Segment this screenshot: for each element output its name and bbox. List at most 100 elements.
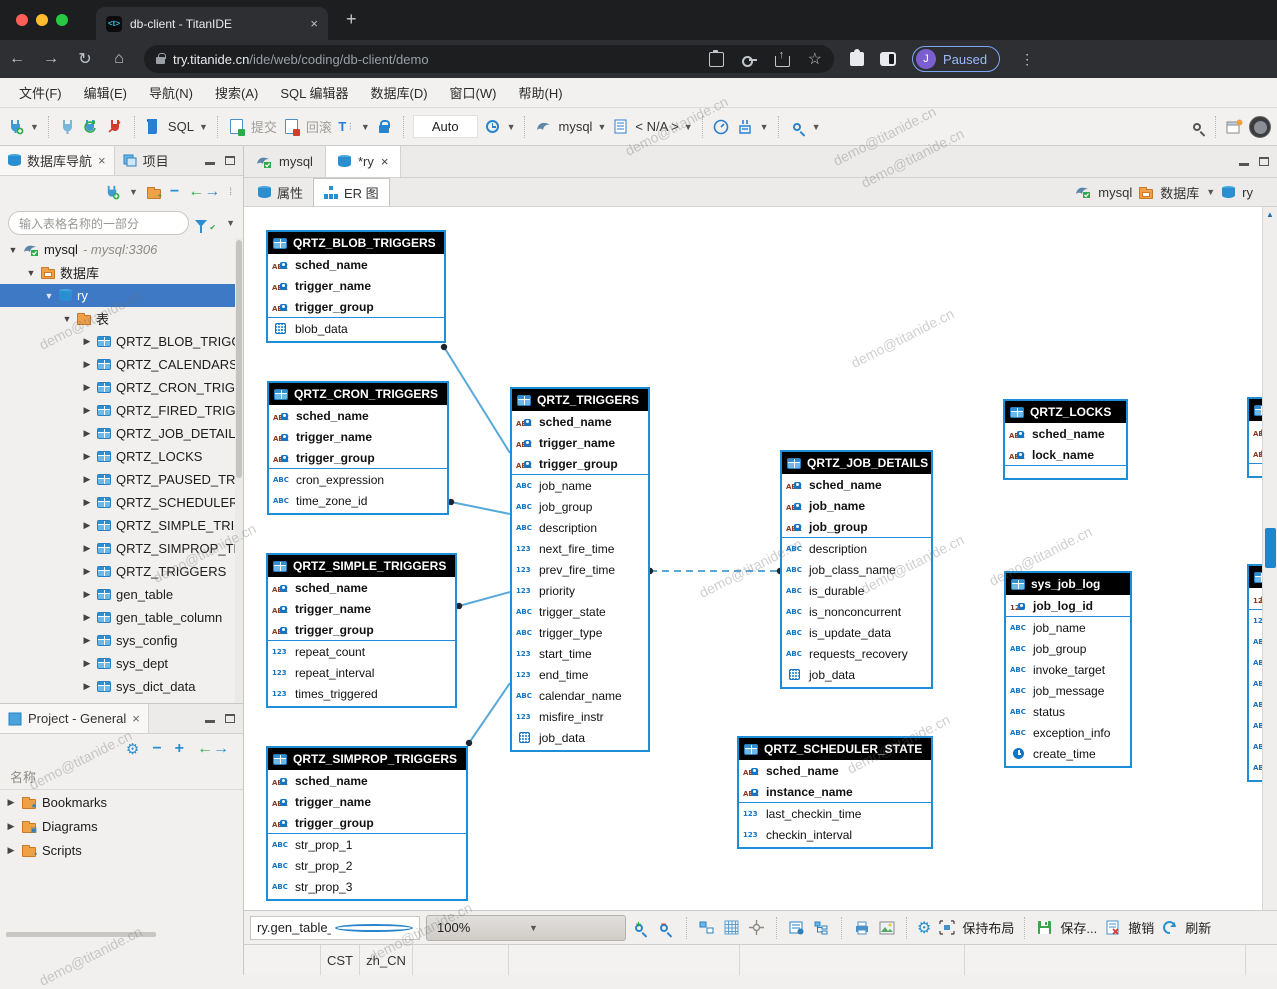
- maximize-panel-icon[interactable]: [225, 156, 235, 165]
- breadcrumb-schema[interactable]: ry: [1242, 185, 1253, 200]
- close-project-panel-icon[interactable]: ×: [132, 711, 140, 726]
- er-column-row[interactable]: ABCjob_class_name: [782, 559, 931, 580]
- sql-dropdown[interactable]: ▼: [199, 122, 208, 132]
- sql-editor-icon[interactable]: [144, 117, 163, 136]
- zoom-window-button[interactable]: [56, 14, 68, 26]
- tree-item-table[interactable]: ▶sys_dict_data: [0, 675, 243, 698]
- profile-button[interactable]: J Paused: [912, 46, 1000, 72]
- er-search-icon[interactable]: [335, 924, 413, 932]
- er-column-row[interactable]: ABCrequests_recovery: [782, 643, 931, 664]
- er-column-row[interactable]: ABCdescription: [512, 517, 648, 538]
- er-column-row[interactable]: ABCstatus: [1006, 701, 1130, 722]
- new-connection-small-icon[interactable]: [104, 184, 120, 200]
- er-column-row[interactable]: ABCtrigger_group: [269, 447, 447, 468]
- er-column-row[interactable]: ABCstr_prop_3: [268, 876, 466, 897]
- zoom-dropdown-icon[interactable]: ▼: [529, 923, 615, 933]
- er-column-row[interactable]: ABC: [1249, 736, 1262, 757]
- er-column-row[interactable]: ABCjob_group: [782, 516, 931, 537]
- er-column-row[interactable]: 123repeat_interval: [268, 662, 455, 683]
- er-entity-header[interactable]: QRTZ_SIMPLE_TRIGGERS: [268, 555, 455, 577]
- quick-search-icon[interactable]: [1187, 117, 1206, 136]
- project-name-column-header[interactable]: 名称: [0, 764, 243, 790]
- export-image-icon[interactable]: [877, 918, 896, 937]
- er-entity[interactable]: QRTZ_CRON_TRIGGERSABCsched_nameABCtrigge…: [267, 381, 449, 515]
- history-clock-icon[interactable]: [483, 117, 502, 136]
- transaction-icon[interactable]: T⋮: [337, 117, 356, 136]
- er-column-row[interactable]: ABCtrigger_name: [268, 275, 444, 296]
- minimize-window-button[interactable]: [36, 14, 48, 26]
- er-column-row[interactable]: ABCexception_info: [1006, 722, 1130, 743]
- commit-icon[interactable]: [227, 117, 246, 136]
- er-column-row[interactable]: ABCtrigger_name: [268, 598, 455, 619]
- collapsed-arrow-icon[interactable]: ▶: [6, 797, 16, 808]
- open-view-icon[interactable]: [1225, 117, 1244, 136]
- er-canvas[interactable]: QRTZ_BLOB_TRIGGERSABCsched_nameABCtrigge…: [244, 207, 1262, 910]
- er-column-row[interactable]: ABCtrigger_name: [268, 791, 466, 812]
- er-column-row[interactable]: 123priority: [512, 580, 648, 601]
- er-column-row[interactable]: ABCtrigger_group: [268, 619, 455, 640]
- er-column-row[interactable]: ABCtrigger_group: [268, 812, 466, 833]
- new-connection-icon[interactable]: [6, 117, 25, 136]
- er-column-row[interactable]: ABCjob_name: [782, 495, 931, 516]
- er-column-row[interactable]: ABCis_durable: [782, 580, 931, 601]
- er-column-row[interactable]: ABCdescription: [782, 538, 931, 559]
- er-column-row[interactable]: ABCcalendar_name: [512, 685, 648, 706]
- url-text[interactable]: try.titanide.cn/ide/web/coding/db-client…: [173, 52, 701, 67]
- home-icon[interactable]: ⌂: [102, 50, 136, 68]
- er-entity-partial[interactable]: 123123ABCABCABCABCABCABCABC: [1247, 564, 1262, 782]
- refresh-label[interactable]: 刷新: [1185, 918, 1211, 937]
- er-column-row[interactable]: 123repeat_count: [268, 641, 455, 662]
- er-entity-header[interactable]: sys_job_log: [1006, 573, 1130, 595]
- refresh-icon[interactable]: [1160, 918, 1179, 937]
- collapse-all-icon[interactable]: −: [170, 183, 179, 201]
- rollback-icon[interactable]: [282, 117, 301, 136]
- er-column-row[interactable]: ABCjob_message: [1006, 680, 1130, 701]
- er-column-row[interactable]: ABCtrigger_name: [269, 426, 447, 447]
- tree-item-databases-folder[interactable]: ▼数据库: [0, 261, 243, 284]
- er-column-row[interactable]: ABC: [1249, 442, 1262, 463]
- new-folder-icon[interactable]: +: [147, 189, 161, 199]
- menu-item[interactable]: 编辑(E): [73, 83, 138, 102]
- er-column-row[interactable]: ABCsched_name: [269, 405, 447, 426]
- link-editor-icon[interactable]: ←→: [188, 183, 220, 201]
- er-entity-header[interactable]: QRTZ_BLOB_TRIGGERS: [268, 232, 444, 254]
- filter-funnel-icon[interactable]: [195, 220, 207, 227]
- reconnect-icon[interactable]: [82, 117, 101, 136]
- extensions-icon[interactable]: [850, 52, 864, 66]
- er-column-row[interactable]: ABCsched_name: [268, 254, 444, 275]
- hierarchy-view-icon[interactable]: [812, 918, 831, 937]
- save-icon[interactable]: [1035, 918, 1054, 937]
- er-column-row[interactable]: 123end_time: [512, 664, 648, 685]
- collapsed-arrow-icon[interactable]: ▶: [6, 845, 16, 856]
- database-doc-icon[interactable]: [611, 117, 630, 136]
- expanded-arrow-icon[interactable]: ▼: [26, 268, 36, 278]
- navigator-scrollbar[interactable]: [235, 238, 243, 703]
- er-entity[interactable]: QRTZ_JOB_DETAILSABCsched_nameABCjob_name…: [780, 450, 933, 689]
- project-collapse-icon[interactable]: −: [152, 740, 161, 758]
- er-entity-header[interactable]: [1249, 399, 1262, 421]
- er-column-row[interactable]: ABCstr_prop_1: [268, 834, 466, 855]
- forward-icon[interactable]: →: [34, 50, 68, 68]
- reload-icon[interactable]: ↻: [68, 49, 102, 69]
- er-entity[interactable]: QRTZ_LOCKSABCsched_nameABClock_name: [1003, 399, 1128, 480]
- close-navigator-icon[interactable]: ×: [98, 153, 106, 168]
- auto-commit-button[interactable]: Auto: [413, 115, 478, 138]
- minimize-project-panel-icon[interactable]: [205, 720, 215, 723]
- schema-dropdown[interactable]: ▼: [684, 122, 693, 132]
- collapsed-arrow-icon[interactable]: ▶: [82, 681, 92, 692]
- filter-dropdown[interactable]: ▼: [226, 218, 235, 228]
- collapsed-arrow-icon[interactable]: ▶: [82, 566, 92, 577]
- dashboard-gauge-icon[interactable]: [712, 117, 731, 136]
- project-item-bookmarks[interactable]: ▶★Bookmarks: [0, 790, 243, 814]
- close-editor-tab-icon[interactable]: ×: [381, 154, 389, 169]
- snapshot-icon[interactable]: [937, 918, 956, 937]
- minimize-panel-icon[interactable]: [205, 162, 215, 165]
- share-icon[interactable]: [775, 56, 790, 67]
- tree-item-table[interactable]: ▶QRTZ_FIRED_TRIGGERS: [0, 399, 243, 422]
- er-column-row[interactable]: 123: [1249, 610, 1262, 631]
- maximize-editor-icon[interactable]: [1259, 157, 1269, 166]
- address-bar[interactable]: try.titanide.cn/ide/web/coding/db-client…: [144, 45, 834, 73]
- editor-tab-mysql[interactable]: mysql: [244, 146, 325, 177]
- er-column-row[interactable]: ABCtime_zone_id: [269, 490, 447, 511]
- notation-icon[interactable]: [787, 918, 806, 937]
